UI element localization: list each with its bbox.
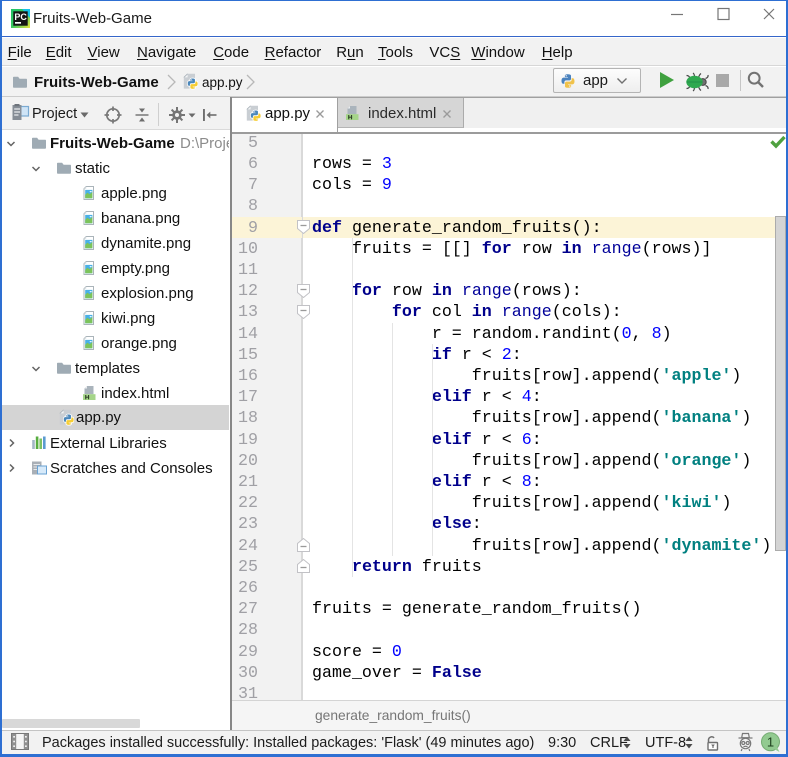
svg-text:1: 1 [767, 734, 774, 749]
svg-text:PC: PC [14, 12, 27, 22]
